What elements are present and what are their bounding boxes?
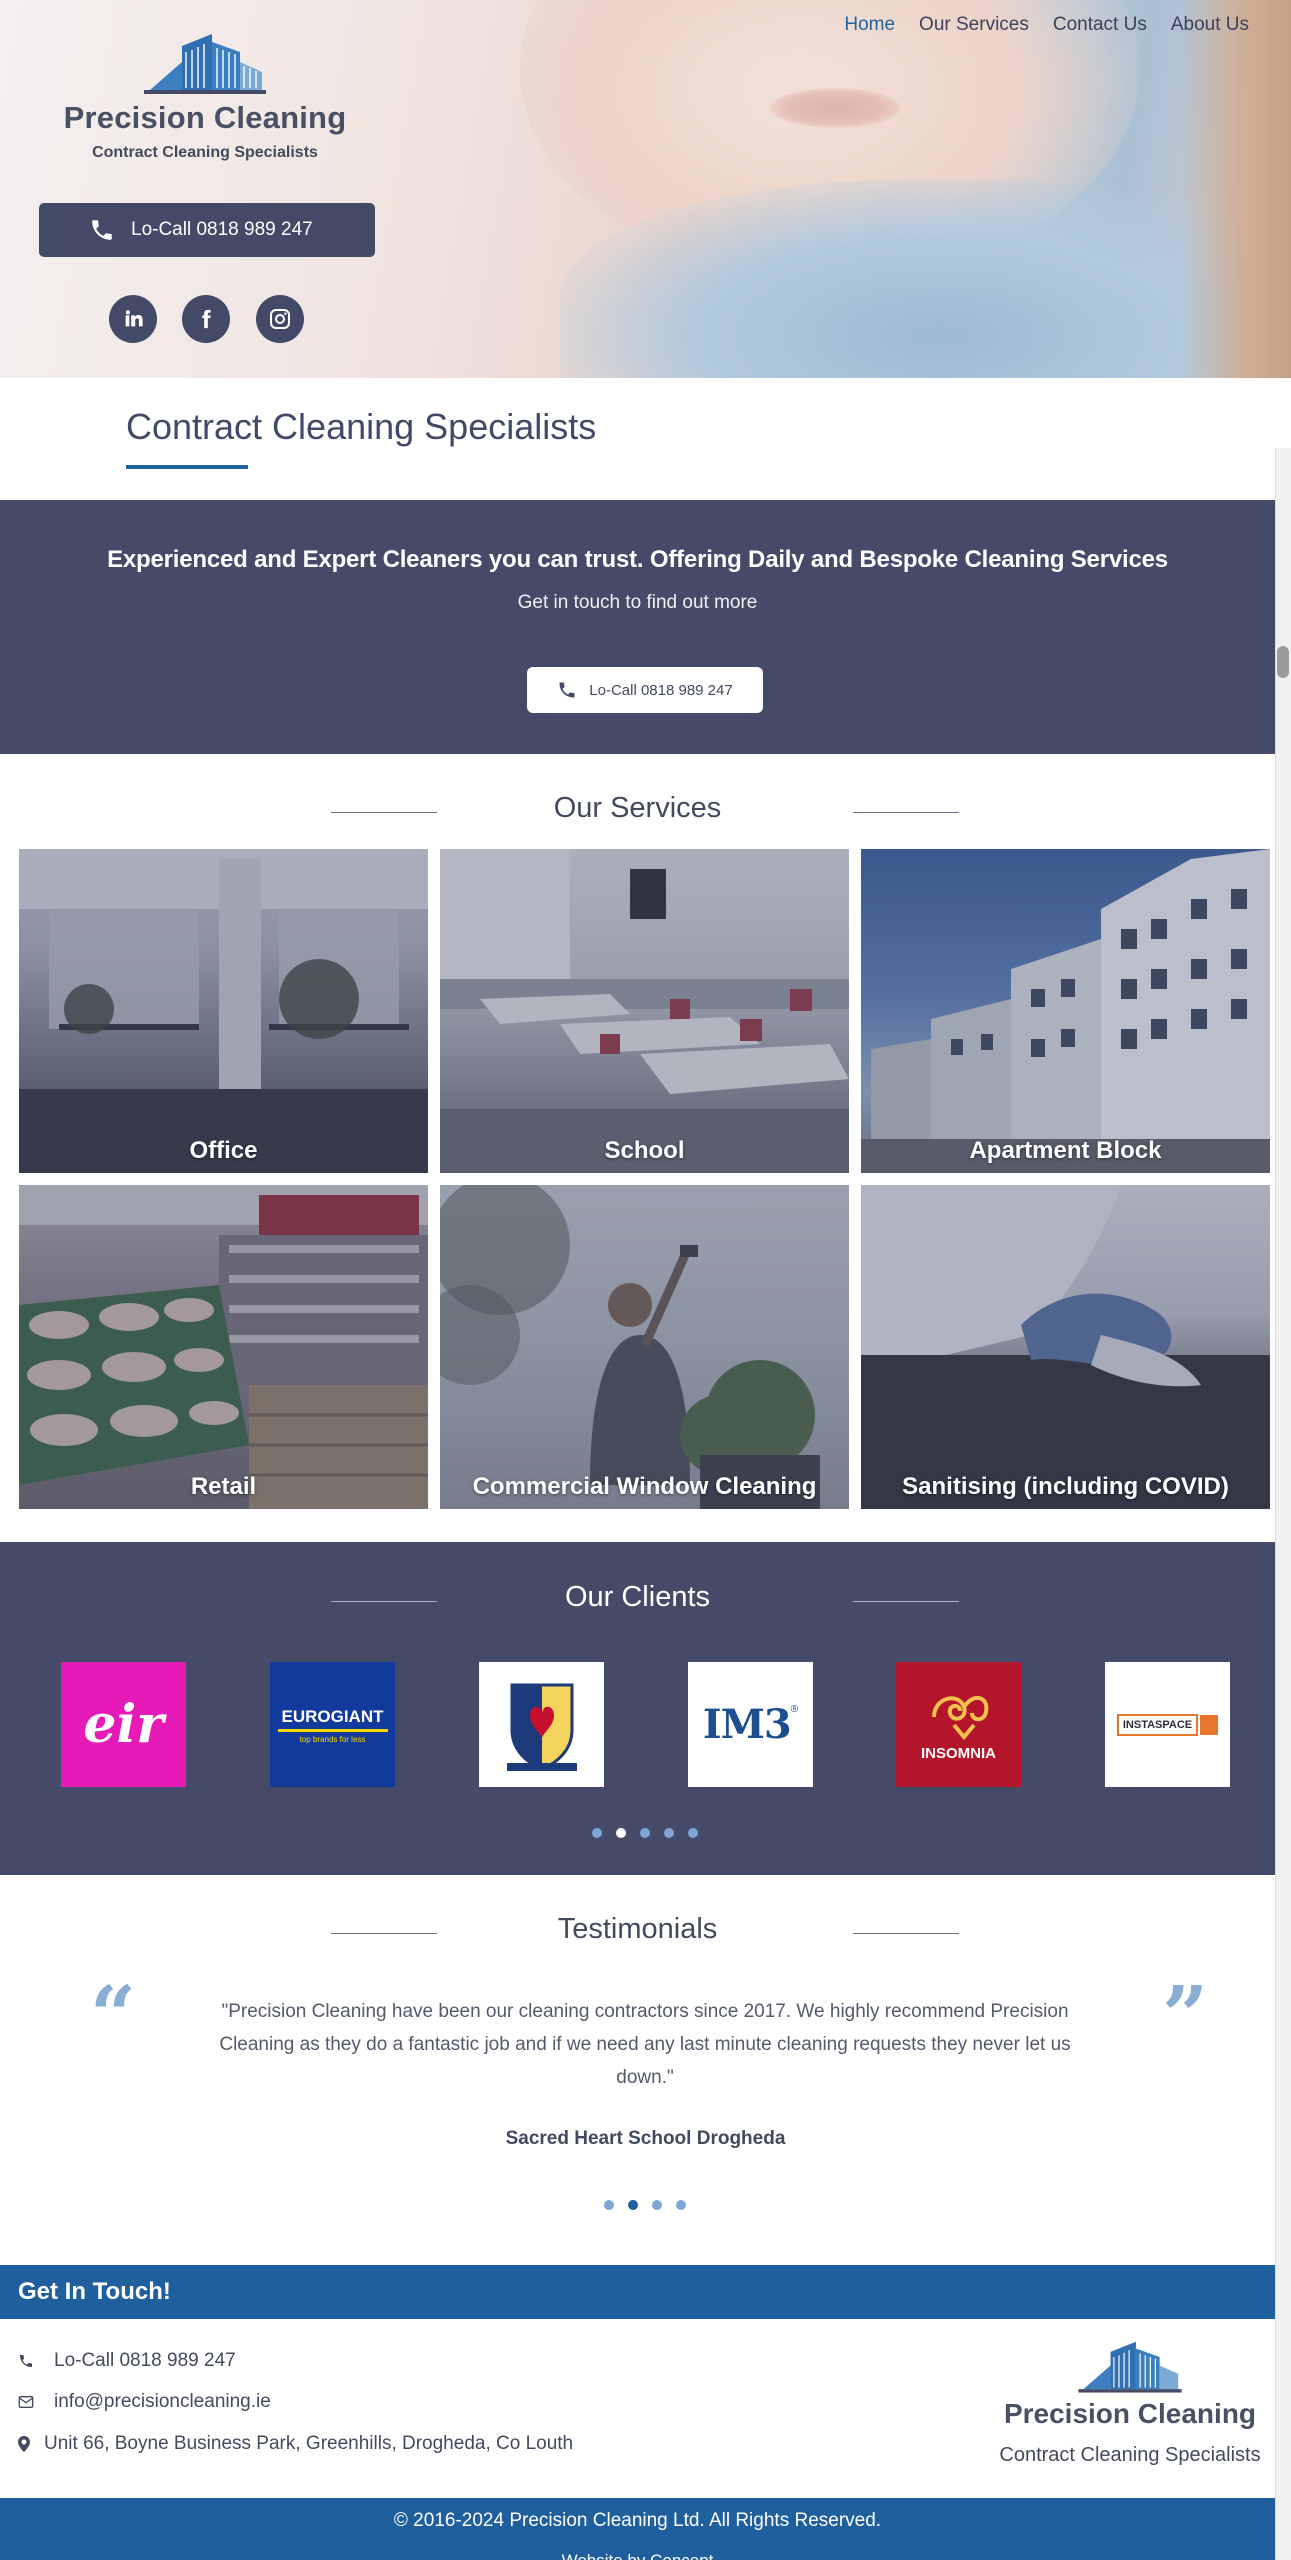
main-nav: Home Our Services Contact Us About Us xyxy=(820,14,1249,36)
client-logo-eir[interactable]: eir xyxy=(61,1662,186,1787)
clients-section: Our Clients eir EUROGIANT top brands for… xyxy=(0,1542,1275,1875)
insomnia-swirl-icon xyxy=(931,1696,988,1741)
copyright-text: © 2016-2024 Precision Cleaning Ltd. All … xyxy=(393,2510,882,2531)
contact-email-text: info@precisioncleaning.ie xyxy=(54,2391,271,2412)
service-label: Retail xyxy=(190,1473,257,1500)
testimonial-carousel-dots xyxy=(604,2200,686,2210)
close-quote-icon: ” xyxy=(1162,1968,1209,2062)
heading-rule-right xyxy=(853,812,959,813)
contact-email[interactable]: info@precisioncleaning.ie xyxy=(18,2391,271,2413)
testimonial-author: Sacred Heart School Drogheda xyxy=(505,2128,786,2149)
services-heading: Our Services xyxy=(553,792,722,824)
map-pin-icon xyxy=(18,2436,30,2452)
hero-banner: Precision Cleaning Contract Cleaning Spe… xyxy=(0,0,1291,378)
carousel-dot[interactable] xyxy=(604,2200,614,2210)
linkedin-button[interactable] xyxy=(109,295,157,343)
phone-icon xyxy=(559,682,575,698)
site-logo[interactable]: Precision Cleaning Contract Cleaning Spe… xyxy=(60,32,350,162)
contact-phone-text: Lo-Call 0818 989 247 xyxy=(54,2350,236,2371)
carousel-dot-active[interactable] xyxy=(616,1828,626,1838)
carousel-dot[interactable] xyxy=(652,2200,662,2210)
contact-address: Unit 66, Boyne Business Park, Greenhills… xyxy=(18,2433,573,2455)
nav-home[interactable]: Home xyxy=(844,14,895,36)
service-tile-sanitising[interactable]: Sanitising (including COVID) xyxy=(861,1185,1270,1509)
banner-call-label: Lo-Call 0818 989 247 xyxy=(589,681,733,699)
page-scrollbar[interactable] xyxy=(1275,448,1291,2560)
heading-rule-right xyxy=(853,1601,959,1602)
building-logo-icon xyxy=(1078,2341,1182,2393)
building-logo-icon xyxy=(144,34,266,94)
copyright-bar: © 2016-2024 Precision Cleaning Ltd. All … xyxy=(0,2498,1275,2560)
service-label: Commercial Window Cleaning xyxy=(472,1473,817,1500)
footer-logo-tagline: Contract Cleaning Specialists xyxy=(999,2444,1261,2466)
footer-logo-name: Precision Cleaning xyxy=(1003,2398,1257,2429)
carousel-dot-active[interactable] xyxy=(628,2200,638,2210)
banner-call-button[interactable]: Lo-Call 0818 989 247 xyxy=(527,667,763,713)
page-title: Contract Cleaning Specialists xyxy=(126,406,597,447)
phone-icon xyxy=(20,2355,32,2367)
testimonials-heading: Testimonials xyxy=(557,1913,718,1945)
carousel-dot[interactable] xyxy=(640,1828,650,1838)
nav-our-services[interactable]: Our Services xyxy=(919,14,1029,36)
open-quote-icon: “ xyxy=(90,1968,137,2062)
logo-tagline: Contract Cleaning Specialists xyxy=(92,144,318,161)
facebook-icon xyxy=(202,309,211,329)
contact-phone[interactable]: Lo-Call 0818 989 247 xyxy=(18,2350,236,2372)
clients-heading: Our Clients xyxy=(564,1581,711,1613)
nav-contact-us[interactable]: Contact Us xyxy=(1053,14,1147,36)
hero-call-label: Lo-Call 0818 989 247 xyxy=(131,219,313,240)
logo-name: Precision Cleaning xyxy=(63,100,347,135)
footer-logo[interactable]: Precision Cleaning Contract Cleaning Spe… xyxy=(990,2340,1270,2467)
banner-headline: Experienced and Expert Cleaners you can … xyxy=(107,546,1168,573)
service-label: Sanitising (including COVID) xyxy=(902,1473,1229,1500)
envelope-icon xyxy=(18,2396,34,2408)
service-label: School xyxy=(604,1137,685,1164)
phone-icon xyxy=(92,220,112,240)
banner-subtext: Get in touch to find out more xyxy=(517,592,758,613)
service-tile-apartment-block[interactable]: Apartment Block xyxy=(861,849,1270,1173)
carousel-dot[interactable] xyxy=(664,1828,674,1838)
instaspace-box-icon xyxy=(1200,1714,1219,1735)
client-logo-insomnia[interactable]: INSOMNIA xyxy=(896,1662,1021,1787)
title-underline xyxy=(126,465,248,469)
get-in-touch-heading: Get In Touch! xyxy=(18,2278,171,2305)
hero-call-button[interactable]: Lo-Call 0818 989 247 xyxy=(39,203,375,257)
service-tile-commercial-window-cleaning[interactable]: Commercial Window Cleaning xyxy=(440,1185,849,1509)
clients-carousel-dots xyxy=(592,1828,698,1838)
intro-banner: Experienced and Expert Cleaners you can … xyxy=(0,500,1275,754)
website-credit-link[interactable]: Website by Concept xyxy=(0,2551,1275,2560)
service-label: Office xyxy=(189,1137,258,1164)
client-logo-im3[interactable]: IM3 ® xyxy=(688,1662,813,1787)
linkedin-icon xyxy=(125,310,143,327)
carousel-dot[interactable] xyxy=(676,2200,686,2210)
carousel-dot[interactable] xyxy=(688,1828,698,1838)
service-tile-office[interactable]: Office xyxy=(19,849,428,1173)
client-logo-instaspace[interactable]: INSTASPACE xyxy=(1105,1662,1230,1787)
client-logo-eurogiant[interactable]: EUROGIANT top brands for less xyxy=(270,1662,395,1787)
service-label: Apartment Block xyxy=(969,1137,1162,1164)
facebook-button[interactable] xyxy=(182,295,230,343)
carousel-dot[interactable] xyxy=(592,1828,602,1838)
contact-address-text: Unit 66, Boyne Business Park, Greenhills… xyxy=(44,2433,574,2454)
get-in-touch-bar: Get In Touch! xyxy=(0,2265,1275,2319)
testimonial-quote: "Precision Cleaning have been our cleani… xyxy=(219,2001,1071,2088)
service-tile-retail[interactable]: Retail xyxy=(19,1185,428,1509)
heading-rule-right xyxy=(853,1933,959,1934)
instagram-button[interactable] xyxy=(256,295,304,343)
scrollbar-thumb[interactable] xyxy=(1277,646,1289,678)
school-crest-icon xyxy=(506,1683,577,1771)
nav-about-us[interactable]: About Us xyxy=(1171,14,1249,36)
client-logo-school-crest[interactable] xyxy=(479,1662,604,1787)
instagram-icon xyxy=(270,309,290,329)
service-tile-school[interactable]: School xyxy=(440,849,849,1173)
